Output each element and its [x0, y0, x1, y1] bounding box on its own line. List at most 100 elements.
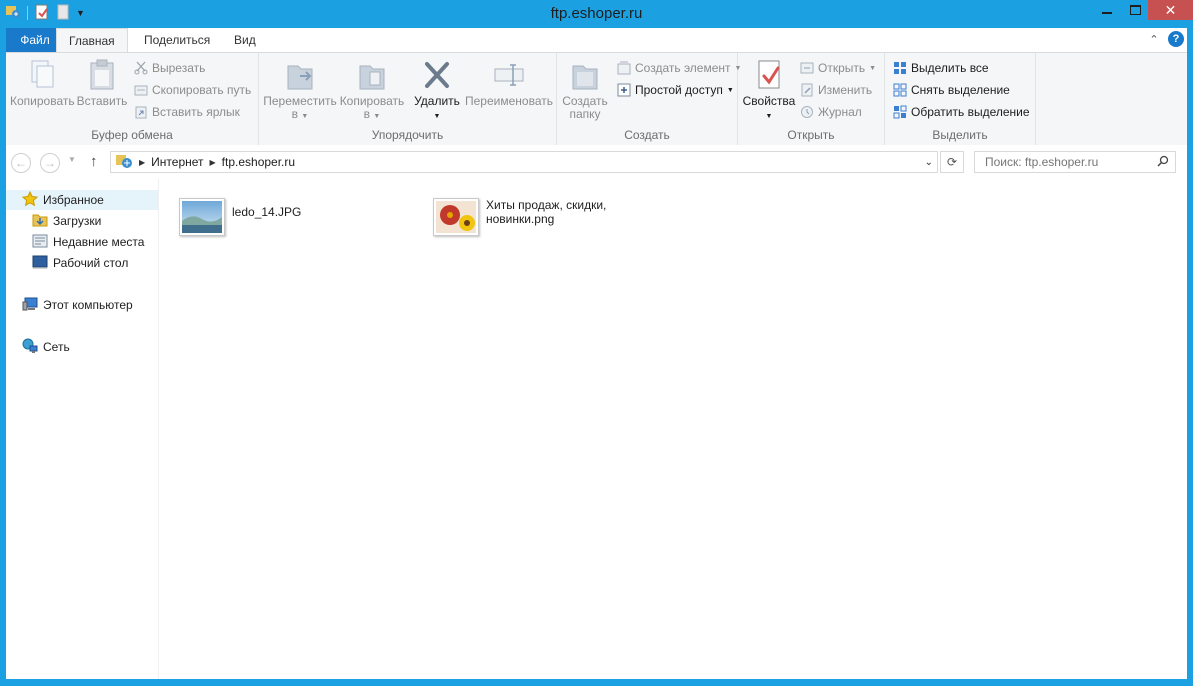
- move-to-button[interactable]: Переместить в ▼: [263, 58, 337, 123]
- file-name: Хиты продаж, скидки, новинки.png: [486, 198, 607, 226]
- paste-button[interactable]: Вставить: [76, 58, 128, 108]
- maximize-icon: [1129, 5, 1141, 15]
- invert-selection-label: Обратить выделение: [911, 105, 1030, 119]
- open-group-label: Открыть: [787, 128, 835, 142]
- copy-to-button[interactable]: Копировать в ▼: [339, 58, 405, 123]
- file-item[interactable]: ledo_14.JPG: [179, 198, 301, 236]
- dropdown-arrow-icon: ▼: [373, 113, 381, 120]
- select-none-button[interactable]: Снять выделение: [893, 81, 1010, 99]
- rename-button[interactable]: Переименовать: [465, 58, 553, 108]
- arrow-right-icon: →: [44, 156, 56, 170]
- nav-favorites[interactable]: Избранное: [6, 190, 158, 210]
- close-icon: ✕: [1164, 1, 1177, 18]
- new-folder-label: Создать: [562, 94, 608, 108]
- new-folder-icon: [569, 58, 601, 92]
- nav-this-pc[interactable]: Этот компьютер: [22, 295, 133, 315]
- rename-icon: [493, 58, 525, 92]
- dropdown-arrow-icon: ▼: [726, 86, 734, 94]
- recent-locations-button[interactable]: ▼: [68, 155, 76, 164]
- nav-recent[interactable]: Недавние места: [32, 232, 144, 252]
- nav-desktop-label: Рабочий стол: [53, 256, 129, 270]
- dropdown-arrow-icon: ▼: [433, 113, 441, 120]
- arrow-left-icon: ←: [15, 156, 27, 170]
- nav-network[interactable]: Сеть: [22, 337, 70, 357]
- tab-home[interactable]: Главная: [56, 28, 128, 52]
- address-dropdown-icon[interactable]: ⌄: [925, 157, 933, 168]
- cut-button[interactable]: Вырезать: [134, 59, 205, 77]
- nav-network-label: Сеть: [43, 340, 70, 354]
- navigation-pane: Избранное Загрузки Недавние места Рабочи…: [6, 179, 159, 679]
- refresh-icon: ⟳: [946, 155, 958, 169]
- copy-to-label: Копировать: [339, 94, 405, 108]
- downloads-folder-icon: [32, 212, 48, 231]
- explorer-window: ▼ ftp.eshoper.ru ✕ Файл Главная Поделить…: [0, 0, 1193, 686]
- image-thumbnail-icon: [179, 198, 225, 236]
- tab-view[interactable]: Вид: [222, 28, 268, 52]
- dropdown-arrow-icon: ▼: [765, 113, 773, 120]
- paste-shortcut-label: Вставить ярлык: [152, 105, 240, 119]
- properties-label: Свойства: [742, 94, 796, 108]
- history-button[interactable]: Журнал: [800, 103, 862, 121]
- edit-button[interactable]: Изменить: [800, 81, 872, 99]
- breadcrumb-ftp[interactable]: ftp.eshoper.ru: [222, 155, 295, 169]
- back-button[interactable]: ←: [11, 153, 31, 173]
- edit-label: Изменить: [818, 83, 873, 97]
- open-button[interactable]: Открыть ▼: [800, 59, 876, 77]
- arrow-up-icon: ↑: [90, 153, 98, 170]
- nav-this-pc-label: Этот компьютер: [43, 298, 133, 312]
- invert-selection-button[interactable]: Обратить выделение: [893, 103, 1030, 121]
- new-folder-label-2: папку: [569, 107, 601, 121]
- new-group-label: Создать: [624, 128, 670, 142]
- group-organize: Переместить в ▼ Копировать в ▼ Удалить ▼: [259, 53, 557, 145]
- up-button[interactable]: ↑: [90, 153, 98, 170]
- search-box[interactable]: [974, 151, 1176, 173]
- copy-to-label-2: в: [363, 107, 371, 121]
- forward-button[interactable]: →: [40, 153, 60, 173]
- dropdown-arrow-icon: ▼: [301, 113, 309, 120]
- nav-downloads[interactable]: Загрузки: [32, 211, 101, 231]
- close-button[interactable]: ✕: [1148, 0, 1193, 20]
- minimize-button[interactable]: [1092, 0, 1122, 20]
- paste-shortcut-button[interactable]: Вставить ярлык: [134, 103, 240, 121]
- copy-path-button[interactable]: Скопировать путь: [134, 81, 251, 99]
- search-icon[interactable]: [1157, 155, 1169, 170]
- maximize-button[interactable]: [1120, 0, 1150, 20]
- new-item-button[interactable]: Создать элемент ▼: [617, 59, 741, 77]
- group-select: Выделить все Снять выделение Обратить вы…: [885, 53, 1036, 145]
- properties-button[interactable]: Свойства ▼: [740, 58, 798, 123]
- nav-desktop[interactable]: Рабочий стол: [32, 253, 128, 273]
- network-icon: [22, 338, 38, 357]
- delete-button[interactable]: Удалить ▼: [411, 58, 463, 123]
- title-bar: ▼ ftp.eshoper.ru ✕: [0, 0, 1193, 28]
- select-group-label: Выделить: [932, 128, 988, 142]
- refresh-button[interactable]: ⟳: [940, 151, 964, 173]
- desktop-icon: [32, 254, 48, 273]
- ribbon-collapse-button[interactable]: ⌃: [1146, 31, 1162, 47]
- scissors-icon: [134, 61, 148, 75]
- file-item[interactable]: Хиты продаж, скидки, новинки.png: [433, 198, 626, 236]
- breadcrumb-internet[interactable]: Интернет: [151, 155, 203, 169]
- tab-share[interactable]: Поделиться: [132, 28, 222, 52]
- help-button[interactable]: ?: [1168, 31, 1184, 47]
- internet-location-icon: [115, 153, 133, 172]
- easy-access-button[interactable]: Простой доступ ▼: [617, 81, 734, 99]
- window-title: ftp.eshoper.ru: [550, 5, 643, 22]
- breadcrumb-separator-icon: ▶: [209, 157, 216, 167]
- address-bar[interactable]: ▶ Интернет ▶ ftp.eshoper.ru ⌄: [110, 151, 938, 173]
- search-input[interactable]: [983, 154, 1157, 170]
- move-to-label: Переместить: [263, 94, 337, 108]
- copy-button[interactable]: Копировать: [10, 58, 75, 108]
- nav-recent-label: Недавние места: [53, 235, 145, 249]
- group-open: Свойства ▼ Открыть ▼ Изменить Журнал Отк…: [738, 53, 885, 145]
- history-icon: [800, 105, 814, 119]
- new-folder-button[interactable]: Создать папку: [559, 58, 611, 121]
- address-row: ← → ▼ ↑ ▶ Интернет ▶ ftp.eshoper.ru ⌄ ⟳: [6, 145, 1187, 179]
- paste-label: Вставить: [76, 94, 128, 108]
- select-all-button[interactable]: Выделить все: [893, 59, 989, 77]
- chevron-up-icon: ⌃: [1149, 33, 1159, 46]
- copy-path-icon: [134, 83, 148, 97]
- copy-icon: [26, 58, 58, 92]
- easy-access-label: Простой доступ: [635, 83, 723, 97]
- file-list: ledo_14.JPG Хиты продаж, скидки, новинки…: [159, 179, 1187, 679]
- move-to-icon: [284, 58, 316, 92]
